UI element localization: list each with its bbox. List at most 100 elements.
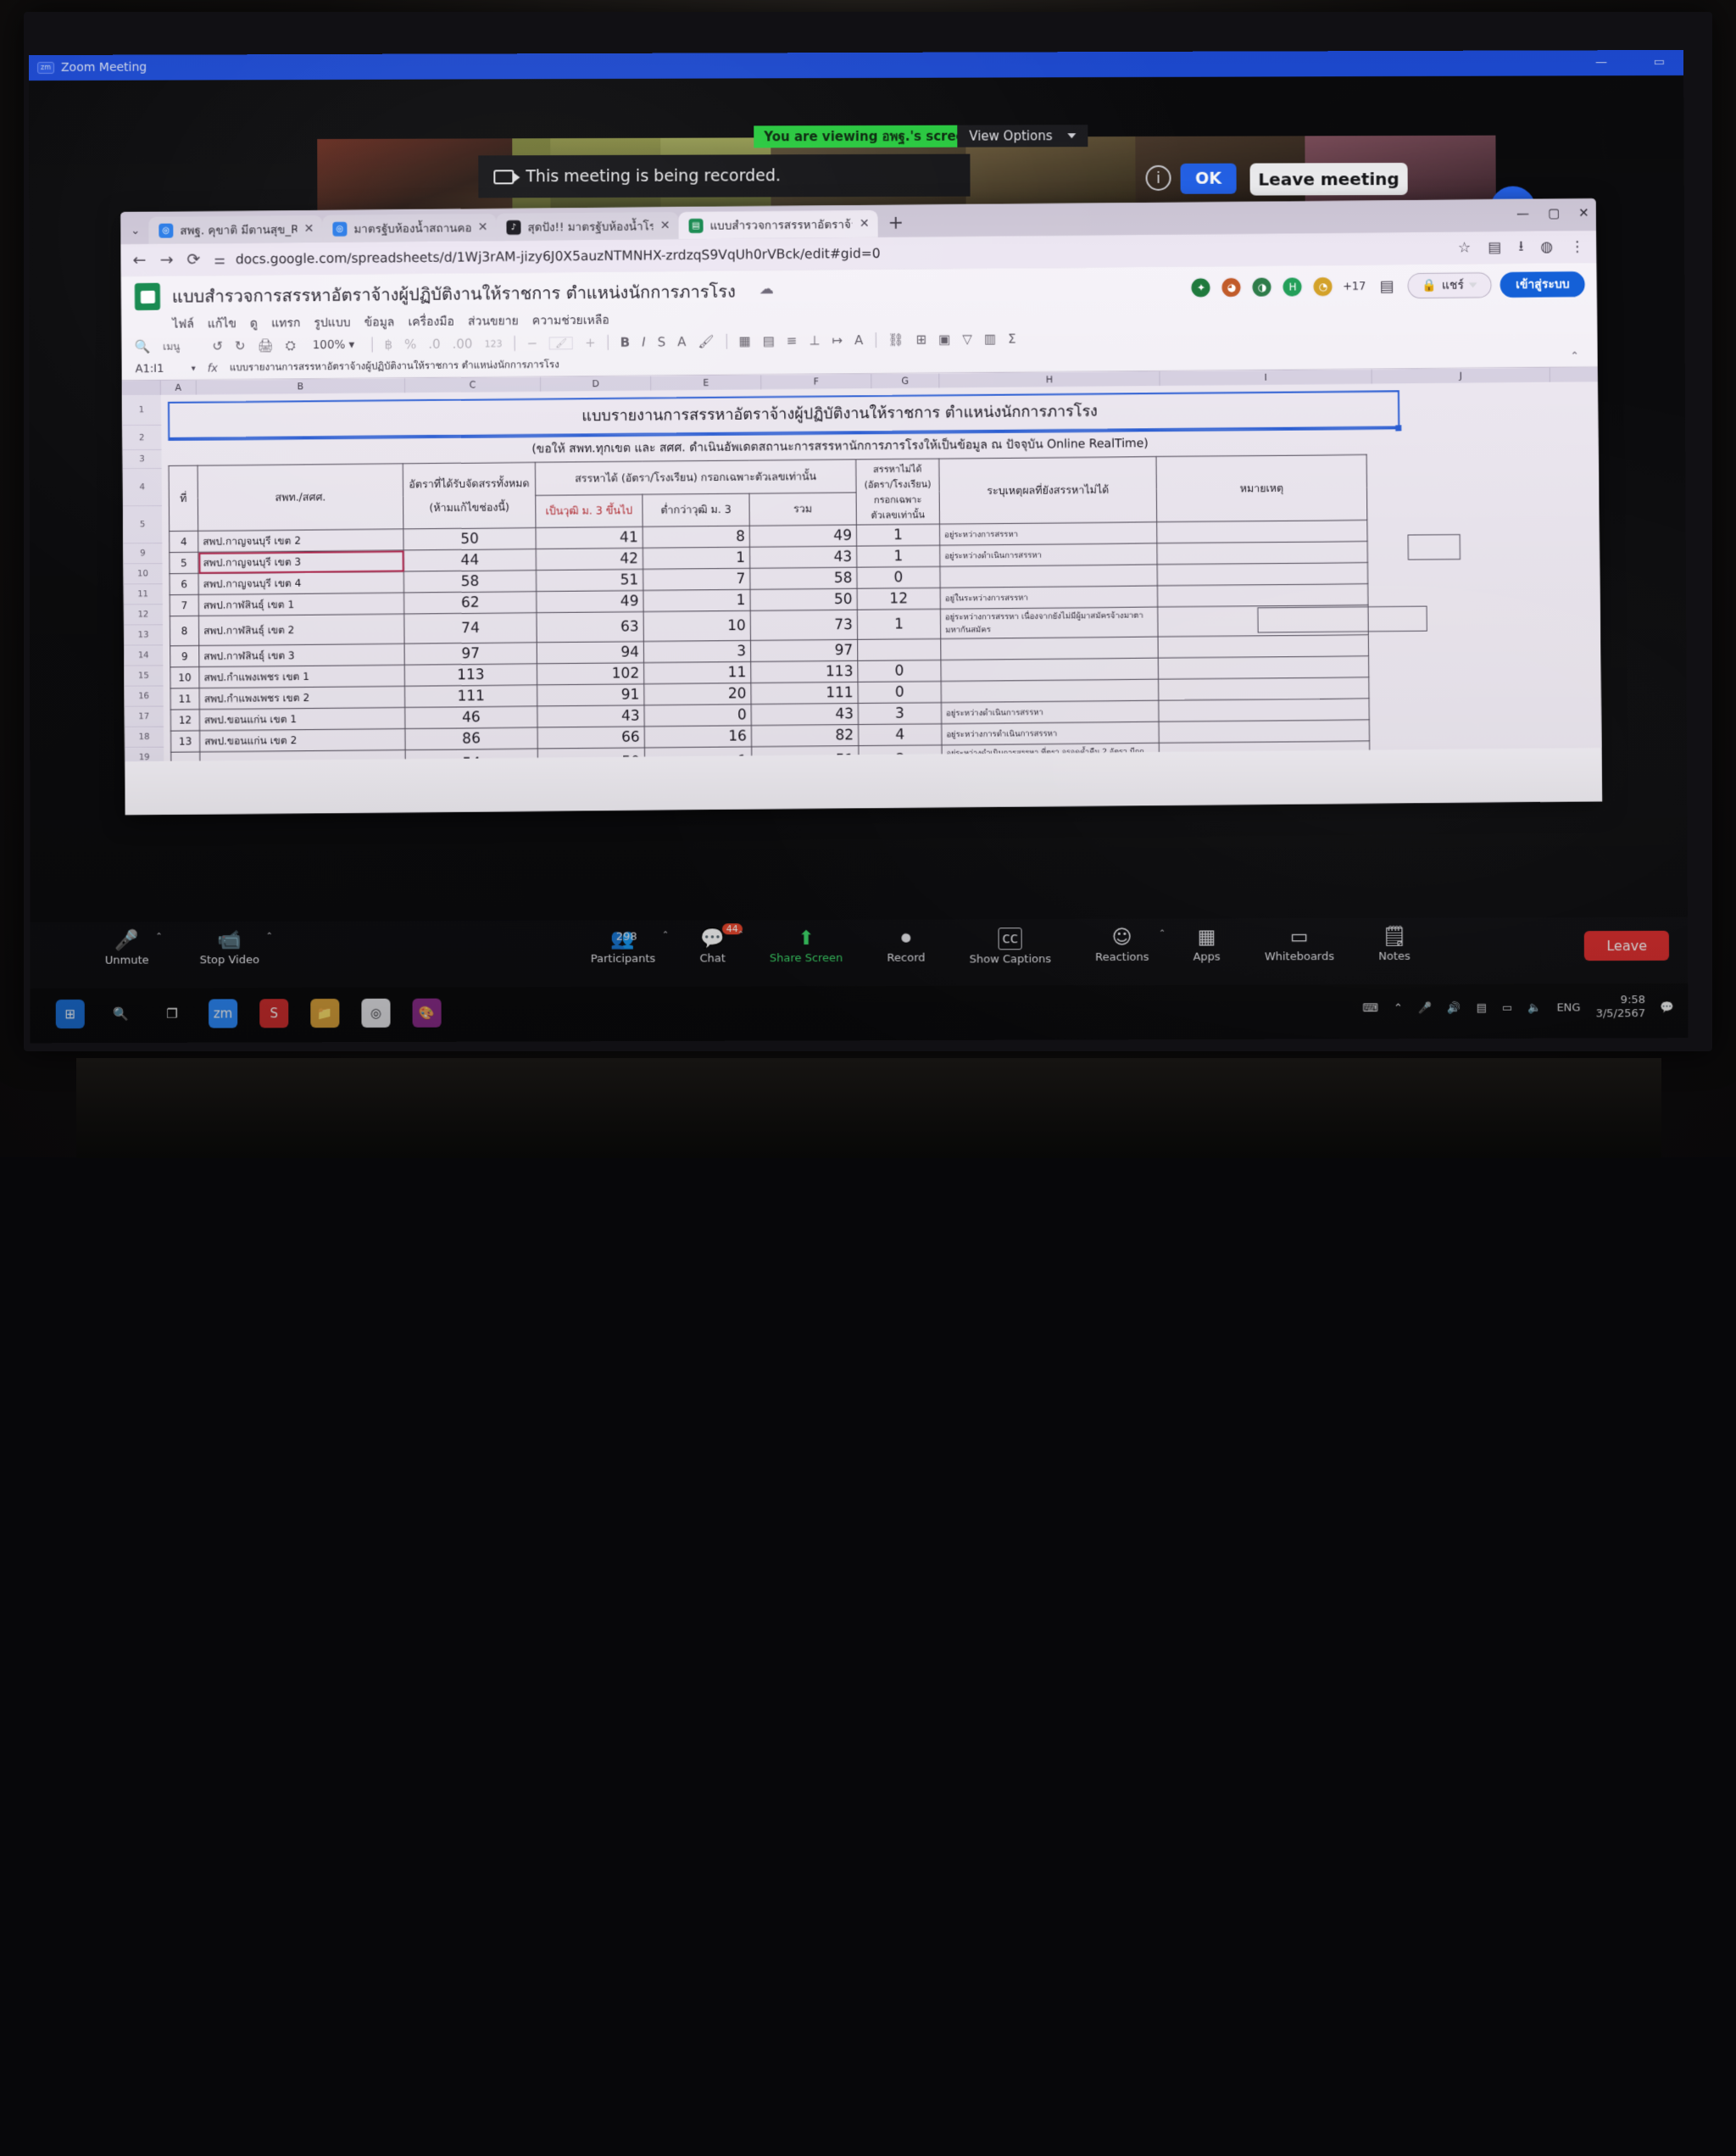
search-menu-label[interactable]: เมนู bbox=[163, 338, 180, 354]
bold-icon[interactable]: B bbox=[620, 335, 631, 350]
cell-no[interactable]: 5 bbox=[170, 552, 198, 573]
cell-below[interactable]: 7 bbox=[643, 568, 750, 590]
cell-no[interactable]: 14 bbox=[171, 752, 200, 761]
cell-allocated[interactable]: 58 bbox=[403, 571, 536, 593]
cell-allocated[interactable]: 74 bbox=[404, 613, 537, 644]
chat-button[interactable]: 💬 Chat 44 ⌃ bbox=[699, 928, 726, 967]
cell-remark[interactable] bbox=[1158, 635, 1369, 658]
cell-total[interactable]: 111 bbox=[751, 682, 858, 704]
cell-below[interactable]: 1 bbox=[643, 589, 750, 611]
cell-remark[interactable] bbox=[1158, 656, 1369, 679]
empty-cell-box[interactable] bbox=[1257, 606, 1427, 633]
increase-decimal-icon[interactable]: .00 bbox=[452, 336, 472, 351]
paint-icon[interactable]: 🎨 bbox=[413, 999, 442, 1028]
menu-item-extensions[interactable]: ส่วนขยาย bbox=[468, 312, 519, 331]
menu-item-edit[interactable]: แก้ไข bbox=[208, 315, 236, 333]
cell-no[interactable]: 13 bbox=[171, 731, 200, 752]
avatar[interactable]: ✦ bbox=[1190, 276, 1212, 298]
text-color-icon[interactable]: A bbox=[677, 334, 686, 349]
unmute-button[interactable]: 🎤 Unmute ⌃ bbox=[105, 930, 149, 967]
cell-not[interactable]: 4 bbox=[859, 724, 942, 746]
cell-area[interactable]: สพป.ขอนแก่น เขต 3 bbox=[200, 750, 406, 762]
cell-m3up[interactable]: 51 bbox=[536, 569, 643, 591]
cell-reason[interactable] bbox=[940, 565, 1157, 588]
column-header-j[interactable]: J bbox=[1372, 368, 1550, 384]
cell-total[interactable]: 51 bbox=[752, 746, 859, 762]
cell-below[interactable]: 0 bbox=[644, 705, 751, 727]
cell-area-selected[interactable]: สพป.กาญจนบุรี เขต 3 bbox=[198, 550, 403, 573]
cell-total[interactable]: 97 bbox=[750, 639, 857, 661]
row-header[interactable]: 12 bbox=[124, 604, 163, 625]
participants-button[interactable]: 👥 Participants 298 ⌃ bbox=[591, 929, 656, 967]
battery-icon[interactable]: ▭ bbox=[1502, 1001, 1512, 1014]
row-header[interactable]: 2 bbox=[122, 426, 161, 450]
cell-m3up[interactable]: 91 bbox=[537, 684, 644, 706]
font-size-decrease-icon[interactable]: − bbox=[526, 336, 537, 351]
document-title[interactable]: แบบสำรวจการสรรหาอัตราจ้างผู้ปฏิบัติงานให… bbox=[172, 277, 736, 309]
cell-no[interactable]: 12 bbox=[170, 710, 199, 731]
close-icon[interactable]: ✕ bbox=[660, 219, 670, 232]
cell-m3up[interactable]: 50 bbox=[537, 748, 644, 761]
cell-total[interactable]: 43 bbox=[751, 704, 858, 726]
share-screen-button[interactable]: ⬆ Share Screen bbox=[770, 928, 843, 967]
cell-not[interactable]: 0 bbox=[857, 566, 940, 588]
percent-icon[interactable]: % bbox=[404, 337, 416, 352]
reload-icon[interactable]: ⟳ bbox=[186, 250, 200, 269]
cell-m3up[interactable]: 102 bbox=[537, 663, 643, 685]
cell-area[interactable]: สพป.กาญจนบุรี เขต 4 bbox=[198, 571, 403, 594]
cell-allocated[interactable]: 97 bbox=[404, 643, 537, 666]
column-header-d[interactable]: D bbox=[541, 376, 651, 392]
search-icon[interactable]: 🔍 bbox=[135, 339, 151, 354]
cell-no[interactable]: 7 bbox=[170, 594, 198, 616]
cell-remark[interactable] bbox=[1159, 720, 1370, 743]
row-header[interactable]: 10 bbox=[123, 564, 162, 584]
cell-total[interactable]: 113 bbox=[751, 660, 858, 682]
tab-list-chevron-icon[interactable]: ⌄ bbox=[127, 225, 148, 244]
browser-tab[interactable]: ◎ มาตรฐับห้องน้ำสถานคอน สู่ห้องน้ำทุก ✕ bbox=[322, 214, 496, 242]
cell-not[interactable]: 0 bbox=[858, 682, 941, 704]
cell-below[interactable]: 1 bbox=[643, 547, 749, 569]
info-icon[interactable]: i bbox=[1145, 165, 1171, 191]
text-rotation-icon[interactable]: A bbox=[854, 332, 863, 348]
avatar[interactable]: ◕ bbox=[1221, 276, 1243, 298]
zoom-icon[interactable]: zm bbox=[209, 999, 237, 1028]
row-header[interactable]: 16 bbox=[125, 687, 164, 707]
record-button[interactable]: ⏺ Record bbox=[887, 928, 925, 967]
cell-not[interactable] bbox=[858, 638, 941, 660]
cell-remark[interactable] bbox=[1159, 699, 1370, 721]
cell-area[interactable]: สพป.ขอนแก่น เขต 1 bbox=[199, 707, 405, 730]
cell-no[interactable]: 10 bbox=[170, 667, 199, 688]
text-wrap-icon[interactable]: ↦ bbox=[832, 332, 843, 348]
row-header[interactable]: 5 bbox=[123, 506, 162, 544]
notification-icon[interactable]: 💬 bbox=[1661, 1001, 1674, 1014]
cell-allocated[interactable]: 46 bbox=[405, 706, 537, 729]
cell-m3up[interactable]: 43 bbox=[537, 705, 644, 727]
cell-m3up[interactable]: 42 bbox=[536, 548, 643, 570]
cell-total[interactable]: 82 bbox=[751, 725, 858, 747]
language-indicator[interactable]: ENG bbox=[1556, 1001, 1580, 1014]
chrome-icon[interactable]: ◎ bbox=[361, 999, 390, 1028]
cell-below[interactable]: 11 bbox=[644, 662, 751, 684]
chevron-up-icon[interactable]: ⌃ bbox=[662, 930, 669, 939]
avatar[interactable]: H bbox=[1282, 276, 1304, 298]
volume-icon[interactable]: 🔈 bbox=[1527, 1001, 1541, 1014]
cell-no[interactable]: 11 bbox=[170, 688, 199, 710]
start-icon[interactable]: ⊞ bbox=[56, 1000, 85, 1028]
profile-icon[interactable]: ◍ bbox=[1540, 239, 1553, 256]
minimize-icon[interactable]: — bbox=[1516, 206, 1529, 221]
maximize-icon[interactable]: ▢ bbox=[1548, 205, 1560, 220]
row-header[interactable]: 19 bbox=[125, 748, 164, 761]
cell-not[interactable]: 1 bbox=[857, 545, 940, 567]
cell-area[interactable]: สพป.กาฬสินธุ์ เขต 3 bbox=[199, 643, 404, 666]
network-icon[interactable]: ▤ bbox=[1477, 1002, 1487, 1015]
comment-icon[interactable]: ▤ bbox=[1379, 277, 1394, 295]
fill-color-icon[interactable]: 🖌 bbox=[698, 334, 714, 349]
functions-icon[interactable]: ▥ bbox=[984, 331, 996, 347]
row-header[interactable]: 11 bbox=[124, 584, 163, 604]
close-icon[interactable]: ✕ bbox=[304, 222, 314, 236]
browser-tab[interactable]: ♪ สุดปัง!! มาตรฐับห้องน้ำโรงเรียน #fyp ✕ bbox=[496, 212, 678, 241]
keyboard-icon[interactable]: ⌨ bbox=[1362, 1002, 1378, 1015]
speaker-icon[interactable]: 🔊 bbox=[1447, 1002, 1461, 1015]
cell-area[interactable]: สพป.กาญจนบุรี เขต 2 bbox=[198, 529, 403, 552]
cell-reason[interactable]: อยู่ระหว่างการสรรหา bbox=[939, 522, 1156, 545]
